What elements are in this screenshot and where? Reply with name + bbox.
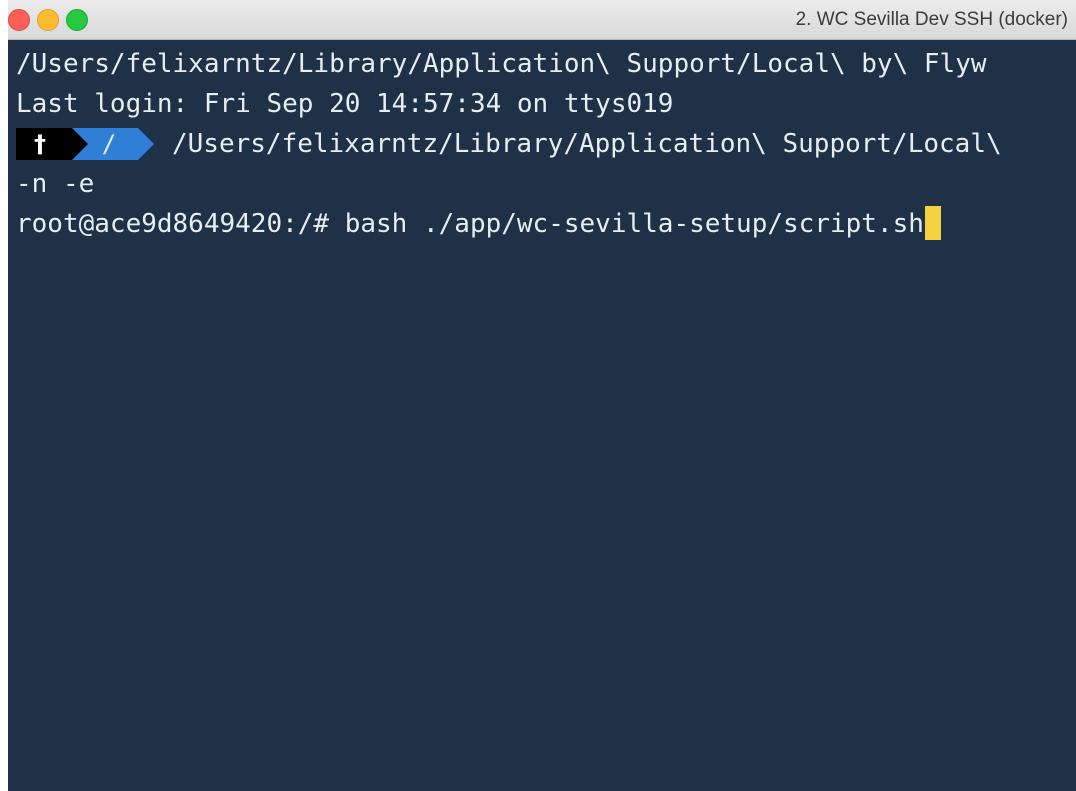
maximize-icon[interactable] <box>66 9 88 31</box>
terminal-output[interactable]: /Users/felixarntz/Library/Application\ S… <box>8 44 1076 791</box>
prompt-end-arrow-icon <box>138 128 154 160</box>
prompt-root-segment: † <box>16 128 72 160</box>
title-bar[interactable]: 2. WC Sevilla Dev SSH (docker) <box>8 0 1076 40</box>
close-icon[interactable] <box>8 9 30 31</box>
output-line-last-login: Last login: Fri Sep 20 14:57:34 on ttys0… <box>16 89 674 119</box>
output-line-flags: -n -e <box>16 169 95 199</box>
command-line[interactable]: root@ace9d8649420:/# bash ./app/wc-sevil… <box>16 204 941 244</box>
command-text: root@ace9d8649420:/# bash ./app/wc-sevil… <box>16 209 924 239</box>
window-title: 2. WC Sevilla Dev SSH (docker) <box>795 9 1068 30</box>
text-cursor <box>924 205 941 240</box>
prompt-line: † / /Users/felixarntz/Library/Applicatio… <box>16 124 1076 164</box>
prompt-separator-arrow-icon <box>72 128 88 160</box>
prompt-path: /Users/felixarntz/Library/Application\ S… <box>172 129 1002 159</box>
terminal-window: 2. WC Sevilla Dev SSH (docker) /Users/fe… <box>8 0 1076 791</box>
output-line-path: /Users/felixarntz/Library/Application\ S… <box>16 49 987 79</box>
minimize-icon[interactable] <box>37 9 59 31</box>
